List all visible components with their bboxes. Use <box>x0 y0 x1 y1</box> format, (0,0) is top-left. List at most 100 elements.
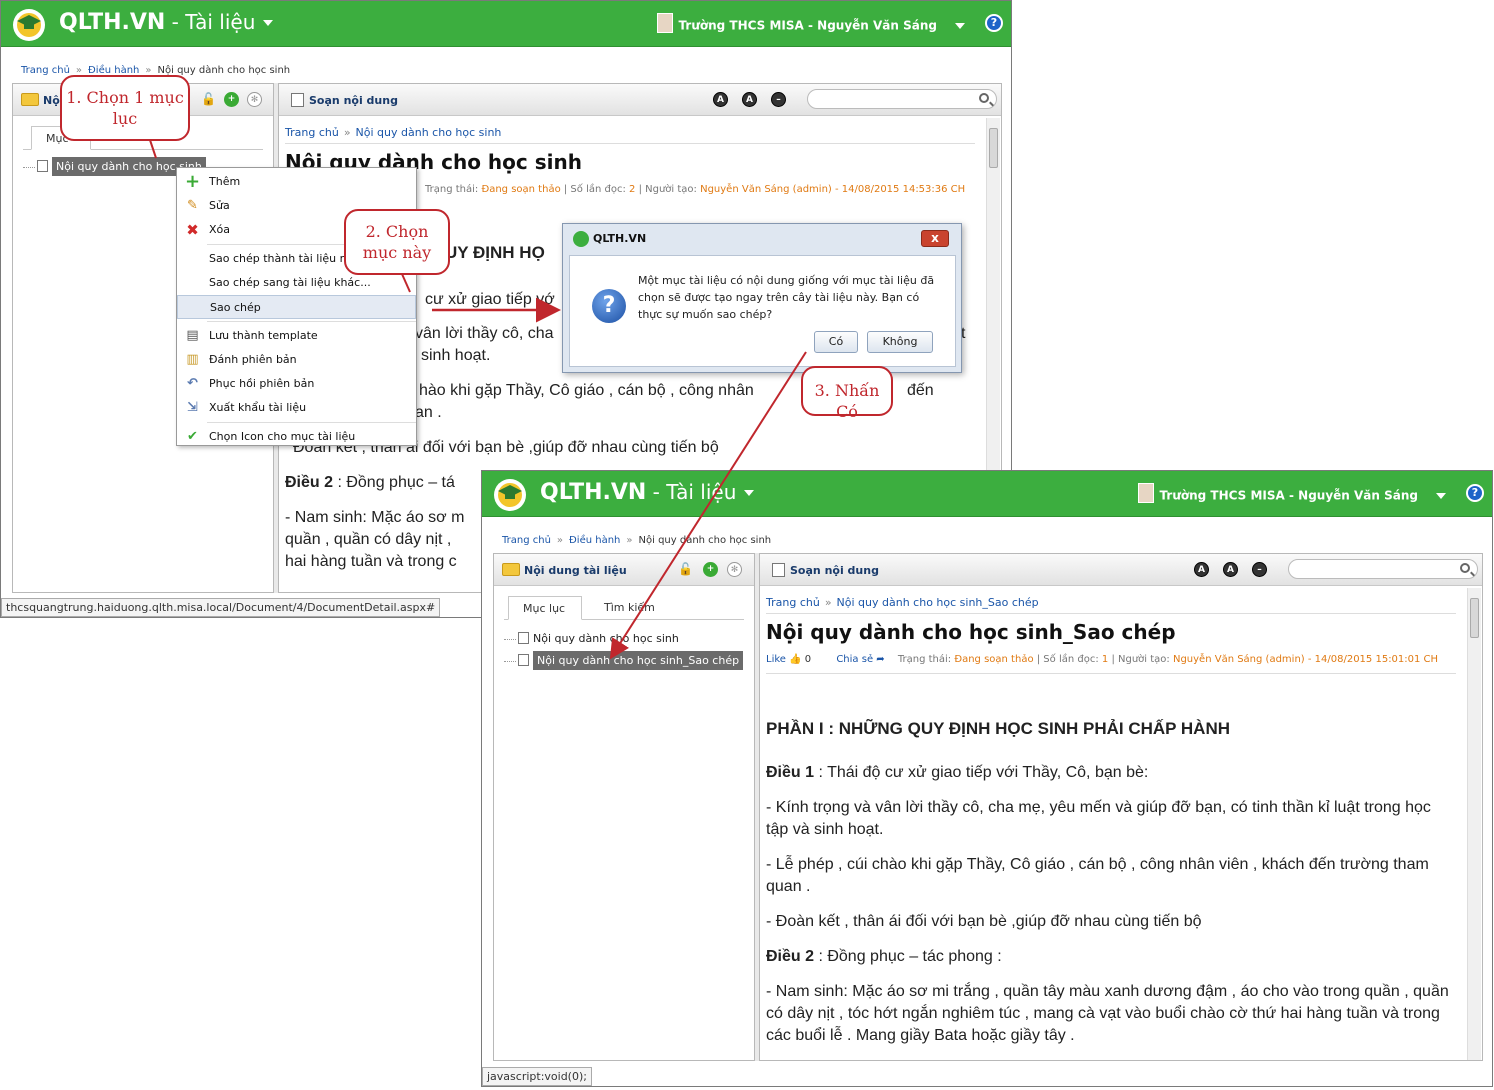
editor-panel: Soạn nội dung A A – Trang chủ» Nội quy dà… <box>759 553 1483 1061</box>
tree-panel-title: Nội dung tài liệu <box>524 564 627 577</box>
app-logo-icon <box>573 231 589 247</box>
check-icon: ✔ <box>187 429 198 444</box>
no-button[interactable]: Không <box>867 331 933 353</box>
minus-icon[interactable]: – <box>1252 562 1267 577</box>
editor-title: Soạn nội dung <box>790 564 879 577</box>
module-dropdown-icon[interactable] <box>744 490 755 496</box>
callout-step-2: 2. Chọn mục này <box>344 209 450 275</box>
restore-icon: ↶ <box>187 376 198 391</box>
dialog-title: QLTH.VN <box>593 232 647 245</box>
tree-panel-header: Nội dung tài liệu 🔓 + ✻ <box>494 554 754 586</box>
thumbs-up-icon: 👍 <box>789 654 802 665</box>
plus-icon: + <box>185 171 201 192</box>
help-icon[interactable]: ? <box>1466 484 1484 502</box>
doc-paragraph: - Đoàn kết , thân ái đối với bạn bè ,giú… <box>766 913 1202 930</box>
help-icon[interactable]: ? <box>985 14 1003 32</box>
doc-line: cư xử giao tiếp vớ <box>425 291 555 308</box>
doc-paragraph: - Nam sinh: Mặc áo sơ mi trắng , quần tâ… <box>766 983 1449 1044</box>
doc-breadcrumb-current[interactable]: Nội quy dành cho học sinh_Sao chép <box>837 596 1039 609</box>
document-body: PHẦN I : NHỮNG QUY ĐỊNH HỌC SINH PHẢI CH… <box>766 712 1456 1060</box>
doc-line: an . <box>415 404 442 421</box>
menu-item-choose-icon[interactable]: ✔ Chọn Icon cho mục tài liệu <box>177 425 416 449</box>
gear-icon[interactable]: ✻ <box>247 92 262 107</box>
graduation-cap-logo-icon <box>494 479 526 511</box>
version-icon: ▥ <box>186 352 199 367</box>
app-header: QLTH.VN - Tài liệu Trường THCS MISA - Ng… <box>1 1 1011 47</box>
doc-heading: UY ĐỊNH HỌ <box>445 243 545 262</box>
lock-icon[interactable]: 🔓 <box>678 562 693 577</box>
search-icon[interactable] <box>979 93 989 103</box>
user-menu[interactable]: Trường THCS MISA - Nguyễn Văn Sáng <box>1137 483 1446 506</box>
lock-icon[interactable]: 🔓 <box>201 92 216 107</box>
doc-line: hào khi gặp Thầy, Cô giáo , cán bộ , côn… <box>419 382 754 399</box>
menu-item-add[interactable]: + Thêm <box>177 170 416 194</box>
callout-step-1: 1. Chọn 1 mục lục <box>60 75 190 141</box>
doc-line: vân lời thầy cô, cha <box>415 325 554 342</box>
menu-separator <box>207 321 416 322</box>
breadcrumb: Trang chủ» Điều hành» Nội quy dành cho học… <box>502 535 772 546</box>
graduation-cap-logo-icon <box>13 9 45 41</box>
doc-paragraph: - Kính trọng và vân lời thầy cô, cha mẹ,… <box>766 799 1431 838</box>
doc-line: - Nam sinh: Mặc áo sơ m <box>285 509 465 526</box>
callout-step-3: 3. Nhấn Có <box>801 366 893 421</box>
tree-item-selected[interactable]: Nội quy dành cho học sinh_Sao chép <box>504 650 754 672</box>
doc-line: quần , quần có dây nịt , <box>285 531 452 548</box>
tab-catalog[interactable]: Mục lục <box>508 596 582 620</box>
like-button[interactable]: Like 👍 <box>766 654 802 665</box>
question-icon: ? <box>592 289 626 323</box>
user-dropdown-icon[interactable] <box>955 23 965 29</box>
doc-paragraph: - Lễ phép , cúi chào khi gặp Thầy, Cô gi… <box>766 856 1429 895</box>
doc-paragraph: Điều 2 : Đồng phục – tác phong : <box>766 948 1002 965</box>
confirm-dialog: QLTH.VN x ? Một mục tài liệu có nội dung… <box>562 223 962 373</box>
tree-item[interactable]: Nội quy dành cho học sinh <box>504 628 754 650</box>
menu-item-save-template[interactable]: ▤ Lưu thành template <box>177 324 416 348</box>
document-breadcrumb: Trang chủ» Nội quy dành cho học sinh_Sao … <box>766 596 1456 614</box>
doc-line: sinh hoạt. <box>421 347 491 364</box>
yes-button[interactable]: Có <box>814 331 858 353</box>
tree-tabs: Mục lục Tìm kiếm <box>504 586 744 620</box>
menu-separator <box>207 422 416 423</box>
app-brand[interactable]: QLTH.VN - Tài liệu <box>59 10 274 35</box>
breadcrumb-current: Nội quy dành cho học sinh <box>638 535 772 546</box>
breadcrumb-section[interactable]: Điều hành <box>569 535 620 546</box>
search-icon[interactable] <box>1460 563 1470 573</box>
module-dropdown-icon[interactable] <box>263 20 274 26</box>
add-icon[interactable]: + <box>224 92 239 107</box>
menu-item-version[interactable]: ▥ Đánh phiên bản <box>177 348 416 372</box>
pencil-icon: ✎ <box>187 198 198 213</box>
document-icon <box>518 654 529 666</box>
user-menu[interactable]: Trường THCS MISA - Nguyễn Văn Sáng <box>656 13 965 36</box>
breadcrumb-home[interactable]: Trang chủ <box>21 65 70 76</box>
dialog-message: Một mục tài liệu có nội dung giống với m… <box>638 274 935 321</box>
scrollbar-thumb[interactable] <box>1470 598 1479 638</box>
tab-search[interactable]: Tìm kiếm <box>590 596 670 620</box>
menu-item-export[interactable]: ⇲ Xuất khẩu tài liệu <box>177 396 416 420</box>
app-brand[interactable]: QLTH.VN - Tài liệu <box>540 480 755 505</box>
avatar <box>656 13 673 33</box>
doc-heading: PHẦN I : NHỮNG QUY ĐỊNH HỌC SINH PHẢI CH… <box>766 719 1231 738</box>
browser-window-after: QLTH.VN - Tài liệu Trường THCS MISA - Ng… <box>481 470 1493 1087</box>
editor-scrollbar[interactable] <box>1467 588 1481 1060</box>
doc-breadcrumb-home[interactable]: Trang chủ <box>766 596 820 609</box>
gear-icon[interactable]: ✻ <box>727 562 742 577</box>
add-icon[interactable]: + <box>703 562 718 577</box>
scrollbar-thumb[interactable] <box>989 128 998 168</box>
share-button[interactable]: Chia sẻ ➦ <box>836 654 884 665</box>
menu-item-copy[interactable]: Sao chép <box>177 295 416 319</box>
folder-icon <box>21 93 39 106</box>
dialog-body: ? Một mục tài liệu có nội dung giống với… <box>569 255 956 367</box>
menu-item-restore-version[interactable]: ↶ Phục hồi phiên bản <box>177 372 416 396</box>
document-tree-panel: Nội dung tài liệu 🔓 + ✻ Mục lục Tìm kiếm… <box>493 553 755 1061</box>
font-increase-icon[interactable]: A <box>1194 562 1209 577</box>
share-arrow-icon: ➦ <box>876 654 885 665</box>
document-icon <box>37 160 48 172</box>
close-icon[interactable]: x <box>921 230 949 247</box>
folder-icon <box>502 563 520 576</box>
breadcrumb-home[interactable]: Trang chủ <box>502 535 551 546</box>
doc-line: Điều 2 : Đồng phục – tá <box>285 474 455 491</box>
font-decrease-icon[interactable]: A <box>1223 562 1238 577</box>
export-icon: ⇲ <box>187 400 198 415</box>
app-header: QLTH.VN - Tài liệu Trường THCS MISA - Ng… <box>482 471 1492 517</box>
user-dropdown-icon[interactable] <box>1436 493 1446 499</box>
search-input[interactable] <box>1288 559 1478 579</box>
